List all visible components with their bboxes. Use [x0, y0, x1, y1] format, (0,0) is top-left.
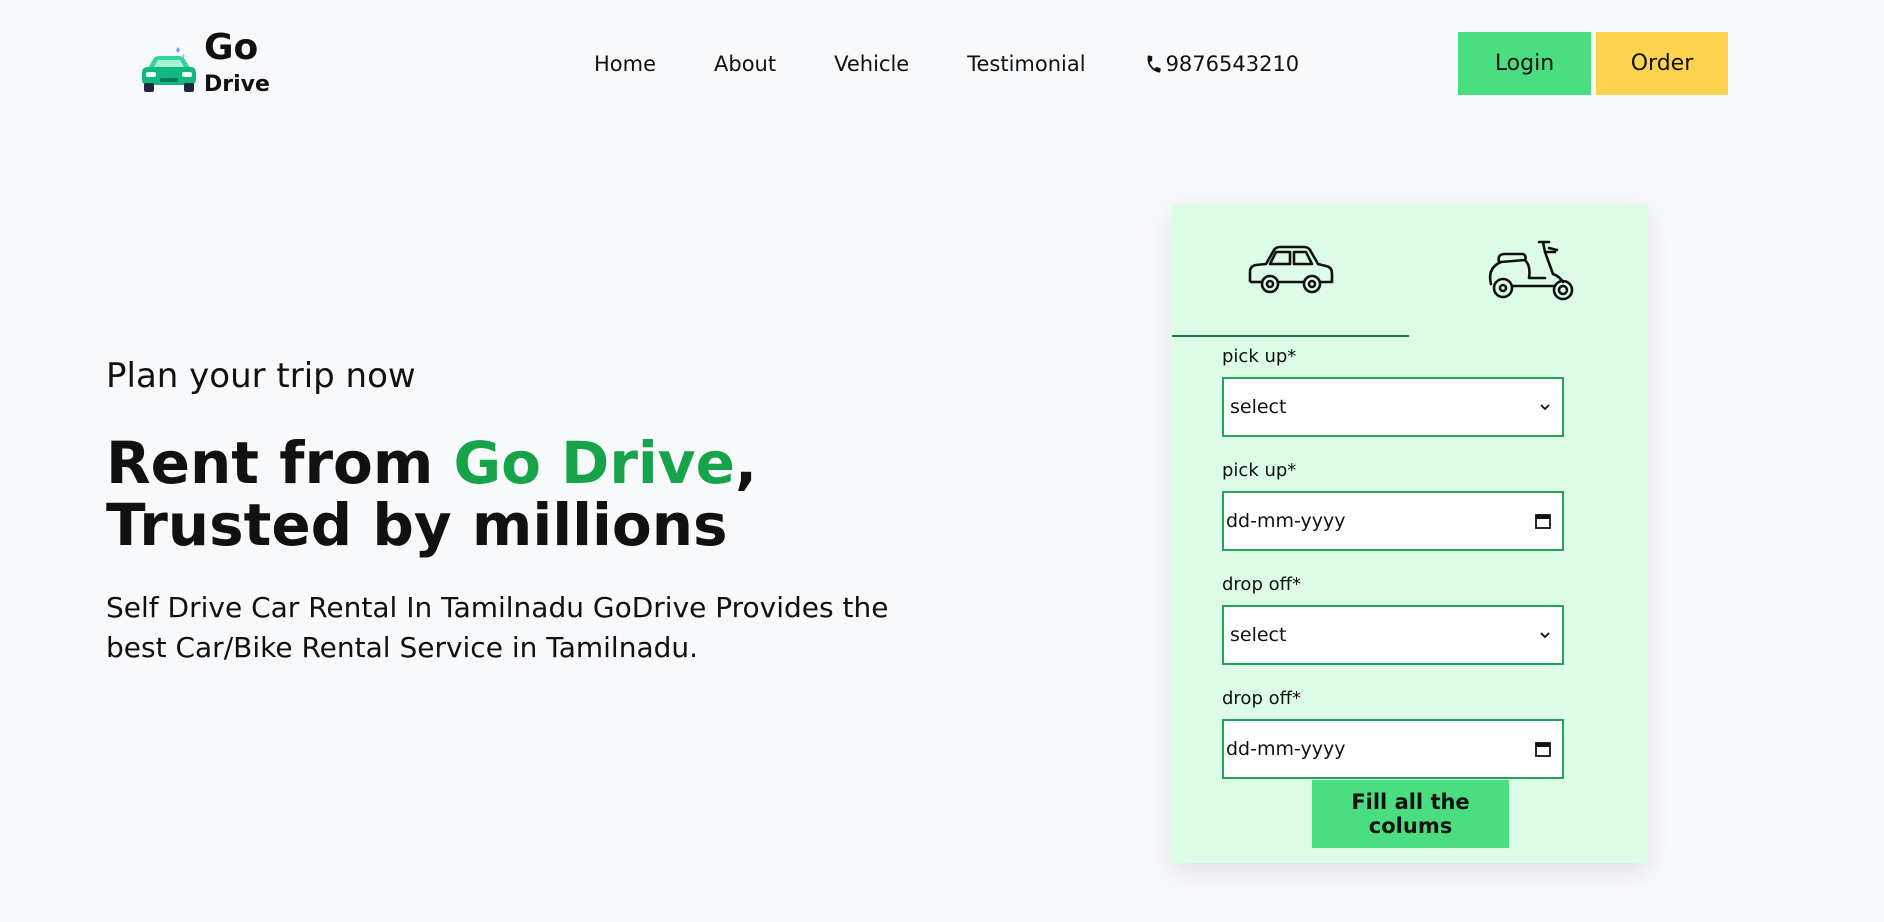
- login-button[interactable]: Login: [1458, 32, 1591, 95]
- dropoff-date-input[interactable]: dd-mm-yyyy: [1222, 719, 1564, 779]
- calendar-icon[interactable]: [1534, 740, 1552, 758]
- logo[interactable]: Go Drive: [138, 28, 278, 100]
- dropoff-location-value: select: [1230, 624, 1287, 646]
- dropoff-date-value: dd-mm-yyyy: [1226, 738, 1346, 760]
- pickup-location-label: pick up*: [1222, 346, 1297, 367]
- order-button[interactable]: Order: [1596, 32, 1728, 95]
- phone-icon: [1147, 55, 1161, 73]
- scooter-icon: [1488, 240, 1573, 301]
- calendar-icon[interactable]: [1534, 512, 1552, 530]
- pickup-location-select[interactable]: select: [1222, 377, 1564, 437]
- dropoff-location-select[interactable]: select: [1222, 605, 1564, 665]
- nav-testimonial[interactable]: Testimonial: [967, 50, 1085, 78]
- submit-button[interactable]: Fill all the colums: [1312, 780, 1509, 848]
- pickup-date-value: dd-mm-yyyy: [1226, 510, 1346, 532]
- pickup-date-label: pick up*: [1222, 460, 1297, 481]
- tab-scooter[interactable]: [1410, 205, 1647, 335]
- booking-form: pick up* select pick up* dd-mm-yyyy drop…: [1222, 345, 1564, 801]
- dropoff-location-label: drop off*: [1222, 574, 1302, 595]
- hero-subtitle: Plan your trip now: [106, 356, 416, 396]
- phone-number: 9876543210: [1165, 52, 1300, 76]
- brand-name-top: Go: [204, 27, 259, 68]
- nav-about[interactable]: About: [714, 50, 776, 78]
- car-icon: [1248, 245, 1333, 294]
- booking-card: pick up* select pick up* dd-mm-yyyy drop…: [1172, 205, 1648, 863]
- nav-phone-link[interactable]: 9876543210: [1144, 50, 1300, 78]
- car-logo-icon: [142, 47, 196, 92]
- main-nav: Home About Vehicle Testimonial 987654321…: [594, 50, 1299, 78]
- hero-title-highlight: Go Drive: [453, 429, 735, 497]
- pickup-location-value: select: [1230, 396, 1287, 418]
- pickup-date-input[interactable]: dd-mm-yyyy: [1222, 491, 1564, 551]
- nav-home[interactable]: Home: [594, 50, 656, 78]
- hero-title: Rent from Go Drive, Trusted by millions: [106, 432, 886, 556]
- hero-description: Self Drive Car Rental In Tamilnadu GoDri…: [106, 591, 889, 664]
- chevron-down-icon: [1540, 632, 1550, 639]
- chevron-down-icon: [1540, 404, 1550, 411]
- brand-name-bottom: Drive: [204, 72, 270, 97]
- nav-vehicle[interactable]: Vehicle: [834, 50, 909, 78]
- dropoff-date-label: drop off*: [1222, 688, 1302, 709]
- hero-title-prefix: Rent from: [106, 429, 454, 497]
- tab-car[interactable]: [1172, 205, 1409, 337]
